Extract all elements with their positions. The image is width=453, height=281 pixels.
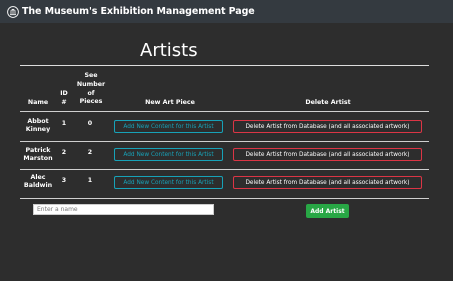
add-content-button[interactable]: Add New Content for this Artist xyxy=(114,120,223,133)
add-content-button[interactable]: Add New Content for this Artist xyxy=(114,148,223,161)
piece-count-link[interactable]: 0 xyxy=(83,120,97,128)
add-content-button[interactable]: Add New Content for this Artist xyxy=(114,176,223,189)
delete-artist-button[interactable]: Delete Artist from Database (and all ass… xyxy=(233,176,422,189)
header-id-line2: # xyxy=(61,98,67,106)
header-pieces: See Number of Pieces xyxy=(76,72,106,107)
piece-count-link[interactable]: 1 xyxy=(83,177,97,185)
artist-name-input[interactable] xyxy=(33,204,214,215)
delete-artist-button[interactable]: Delete Artist from Database (and all ass… xyxy=(233,148,422,161)
artist-name-line2: Marston xyxy=(23,155,53,163)
navbar-brand[interactable]: The Museum's Exhibition Management Page xyxy=(22,6,255,17)
artist-id: 3 xyxy=(61,177,67,184)
header-divider xyxy=(20,111,429,112)
artist-id: 2 xyxy=(61,149,67,156)
header-name: Name xyxy=(27,99,49,106)
table-bottom-divider xyxy=(20,198,429,199)
artist-name-line1: Abbot xyxy=(27,118,49,125)
artist-name-line2: Baldwin xyxy=(23,182,53,190)
header-pieces-line2: Number xyxy=(76,80,106,88)
artist-name: Abbot Kinney xyxy=(22,118,54,135)
header-pieces-line1: See xyxy=(84,72,98,79)
piece-count-link[interactable]: 2 xyxy=(83,149,97,157)
row-divider xyxy=(20,169,429,170)
delete-artist-button[interactable]: Delete Artist from Database (and all ass… xyxy=(233,120,422,133)
header-id-line1: ID xyxy=(60,90,68,97)
artist-name-line1: Patrick xyxy=(25,147,51,154)
artist-id: 1 xyxy=(61,120,67,127)
header-new-art-piece: New Art Piece xyxy=(145,99,195,106)
artist-name: Alec Baldwin xyxy=(22,174,54,191)
artist-name-line1: Alec xyxy=(30,174,46,181)
row-divider xyxy=(20,141,429,142)
artist-name: Patrick Marston xyxy=(22,147,54,164)
header-id: ID # xyxy=(57,90,71,108)
navbar: The Museum's Exhibition Management Page xyxy=(0,0,453,23)
page-title: Artists xyxy=(140,40,198,61)
add-artist-button[interactable]: Add Artist xyxy=(306,204,349,218)
header-delete-artist: Delete Artist xyxy=(305,99,351,106)
title-divider xyxy=(20,65,429,66)
header-pieces-line4: Pieces xyxy=(79,98,103,106)
artist-name-line2: Kinney xyxy=(25,126,51,134)
header-pieces-line3: of xyxy=(87,89,95,97)
museum-icon xyxy=(7,5,19,18)
